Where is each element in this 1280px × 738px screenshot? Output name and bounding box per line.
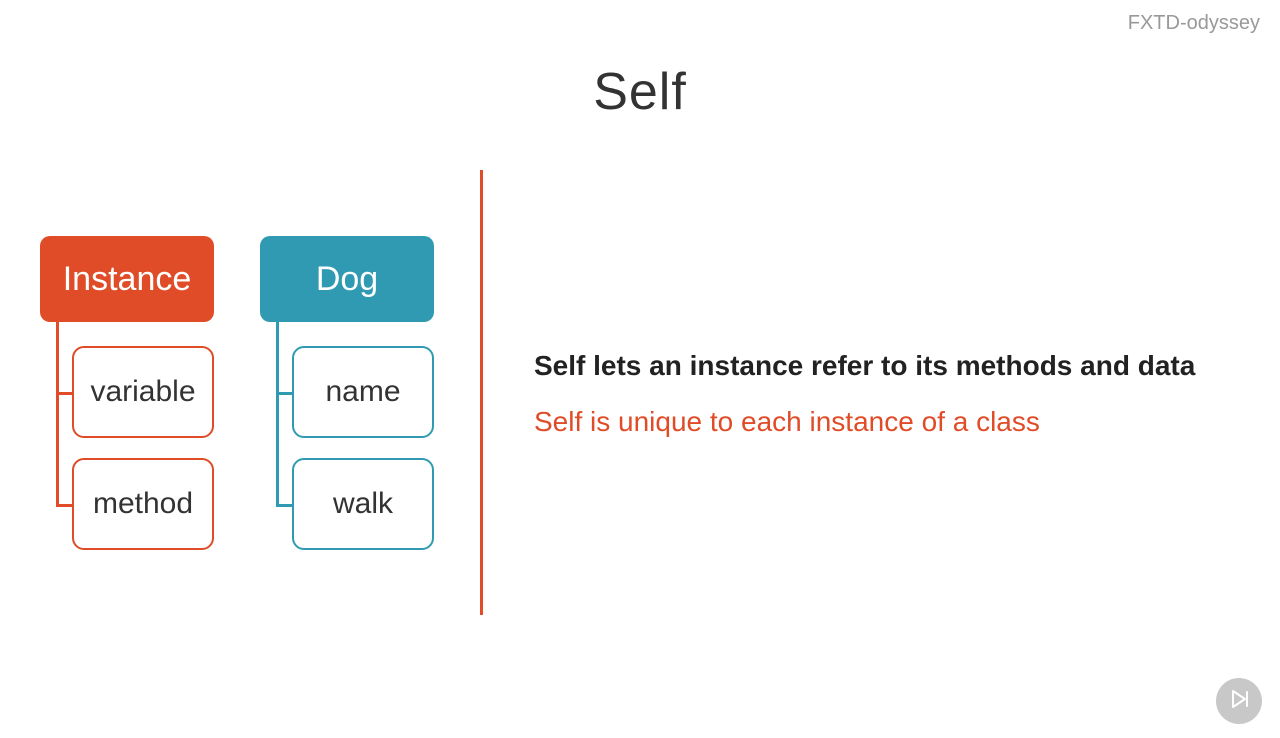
instance-header-box: Instance <box>40 236 214 322</box>
tree-instance: Instance variable method <box>40 236 214 322</box>
instance-child-method-label: method <box>93 487 193 521</box>
tree-dog: Dog name walk <box>260 236 434 322</box>
instance-child-variable: variable <box>72 346 214 438</box>
dog-child-name-label: name <box>325 375 400 409</box>
instance-child-method: method <box>72 458 214 550</box>
instance-child-variable-label: variable <box>90 375 195 409</box>
explanation-text-area: Self lets an instance refer to its metho… <box>534 350 1234 438</box>
dog-child-walk-label: walk <box>333 487 393 521</box>
instance-header-label: Instance <box>63 260 192 299</box>
diagram-area: Instance variable method Dog name walk <box>40 236 470 576</box>
explanation-line-1: Self lets an instance refer to its metho… <box>534 350 1234 382</box>
play-icon <box>1227 687 1251 716</box>
dog-child-name: name <box>292 346 434 438</box>
vertical-divider <box>480 170 483 615</box>
play-badge[interactable] <box>1216 678 1262 724</box>
watermark-text: FXTD-odyssey <box>1128 12 1260 35</box>
explanation-line-2: Self is unique to each instance of a cla… <box>534 406 1234 438</box>
dog-header-label: Dog <box>316 260 378 299</box>
slide-title: Self <box>0 62 1280 122</box>
dog-child-walk: walk <box>292 458 434 550</box>
dog-header-box: Dog <box>260 236 434 322</box>
